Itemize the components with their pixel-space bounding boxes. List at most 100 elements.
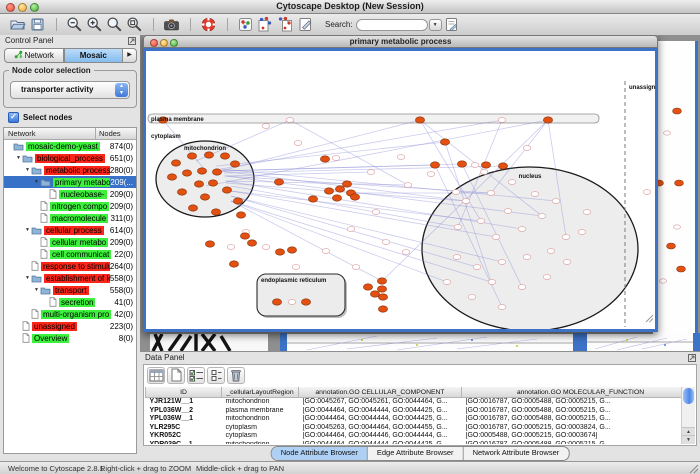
tree-item-label: response to stimulu [41, 262, 110, 271]
status-welcome: Welcome to Cytoscape 2.8.1 [8, 464, 104, 473]
scroll-down-button[interactable]: ▼ [682, 435, 695, 444]
table-cell: YKR052C [146, 432, 222, 441]
table-cell: [GO:0016787, GO:0005488, GO:0005215, G..… [462, 398, 682, 407]
expand-arrow-icon[interactable]: ▼ [24, 275, 31, 281]
save-icon [29, 16, 47, 33]
search-input[interactable] [356, 19, 428, 31]
delete-attributes-button[interactable] [227, 367, 245, 384]
tree-item-node-count: 311(0) [110, 214, 136, 223]
help-icon [200, 16, 218, 33]
save-button[interactable] [29, 16, 47, 34]
column-header[interactable]: annotation.GO MOLECULAR_FUNCTION [462, 387, 682, 398]
zoom-in-button[interactable] [86, 16, 104, 34]
column-header[interactable]: annotation.GO CELLULAR_COMPONENT [299, 387, 462, 398]
zoom-out-button[interactable] [66, 16, 84, 34]
table-scrollbar[interactable]: ▲ ▼ [681, 387, 695, 444]
table-row[interactable]: YDR039C__1mitochondrion[GO:0044464, GO:0… [146, 441, 682, 445]
tree-item-mosaic-demo-yeast[interactable]: mosaic-demo-yeast874(0) [4, 140, 136, 152]
scrollbar-thumb[interactable] [683, 388, 694, 404]
tree-item-biological-process[interactable]: ▼biological_process651(0) [4, 152, 136, 164]
status-pan-hint: Middle-click + drag to PAN [196, 464, 284, 473]
tab-edge-attribute-browser[interactable]: Edge Attribute Browser [368, 447, 464, 460]
tree-item-cell-communicat[interactable]: cell communicat22(0) [4, 248, 136, 260]
table-row[interactable]: YPL036W__2plasma membrane[GO:0044464, GO… [146, 407, 682, 416]
table-row[interactable]: YKR052Ccytoplasm[GO:0044464, GO:0044446,… [146, 432, 682, 441]
resize-grip[interactable] [645, 310, 654, 328]
table-row[interactable]: YJR121W__1mitochondrion[GO:0045267, GO:0… [146, 398, 682, 407]
tree-item-secretion[interactable]: secretion41(0) [4, 296, 136, 308]
tree-item-label: multi-organism pro [41, 310, 111, 319]
tab-network[interactable]: Network [4, 48, 64, 63]
network-graph[interactable]: plasma membranecytoplasmmitochondrionnuc… [146, 51, 655, 329]
background-overview-window[interactable] [150, 334, 268, 351]
expand-arrow-icon[interactable]: ▼ [15, 155, 22, 161]
zoom-in-icon [86, 16, 104, 33]
network-file-icon [49, 189, 57, 199]
background-network-window-1[interactable] [287, 334, 573, 351]
search-index-button[interactable] [443, 16, 461, 34]
tree-item-response-to-stimulu[interactable]: response to stimulu264(0) [4, 260, 136, 272]
vizmapper-button[interactable] [237, 16, 255, 34]
network-file-icon [40, 213, 48, 223]
zoom-selected-button[interactable] [126, 16, 144, 34]
folder-icon [31, 274, 42, 283]
merge-networks-button[interactable] [257, 16, 275, 34]
snapshot-button[interactable] [163, 16, 181, 34]
attribute-table[interactable]: ID_cellularLayoutRegionannotation.GO CEL… [145, 387, 681, 444]
attribute-table-button[interactable] [147, 367, 165, 384]
expand-arrow-icon[interactable]: ▼ [33, 287, 40, 293]
tree-item-transport[interactable]: ▼transport558(0) [4, 284, 136, 296]
tree-item-nitrogen-compo[interactable]: nitrogen compo209(0) [4, 200, 136, 212]
expand-arrow-icon[interactable]: ▼ [33, 179, 40, 185]
tree-item-establishment-of-lo[interactable]: ▼establishment of lo558(0) [4, 272, 136, 284]
expand-arrow-icon[interactable]: ▼ [24, 227, 31, 233]
select-attributes-button[interactable] [187, 367, 205, 384]
tree-item-cellular-process[interactable]: ▼cellular process614(0) [4, 224, 136, 236]
tree-item-macromolecule[interactable]: macromolecule311(0) [4, 212, 136, 224]
dropdown-stepper-icon: ▲▼ [115, 83, 128, 97]
table-row[interactable]: YLR295Ccytoplasm[GO:0045263, GO:0044464,… [146, 424, 682, 433]
network-canvas[interactable]: plasma membranecytoplasmmitochondrionnuc… [143, 48, 658, 332]
tree-item-label: biological_process [35, 154, 105, 163]
network-file-icon [49, 297, 57, 307]
select-nodes-checkbox[interactable]: ✓ [8, 112, 19, 123]
tab-node-attribute-browser[interactable]: Node Attribute Browser [272, 447, 368, 460]
help-button[interactable] [200, 16, 218, 34]
tree-item-metabolic-process[interactable]: ▼metabolic process280(0) [4, 164, 136, 176]
network-window-titlebar[interactable]: primary metabolic process [143, 35, 658, 48]
node-color-dropdown[interactable]: transporter activity ▲▼ [10, 81, 130, 99]
more-tabs-arrow-button[interactable]: ▶ [123, 48, 137, 63]
create-attribute-button[interactable] [167, 367, 185, 384]
tree-item-multi-organism-pro[interactable]: multi-organism pro42(0) [4, 308, 136, 320]
table-row[interactable]: YPL036W__1mitochondrion[GO:0044464, GO:0… [146, 415, 682, 424]
column-header[interactable]: _cellularLayoutRegion [222, 387, 299, 398]
table-cell: [GO:0016787, GO:0005488, GO:0005215, G..… [462, 407, 682, 416]
tree-item-nucleobase-[interactable]: nucleobase-209(0) [4, 188, 136, 200]
network-tree-header[interactable]: Network Nodes [4, 128, 136, 140]
float-panel-icon[interactable] [128, 37, 136, 47]
table-cell: YJR121W__1 [146, 398, 222, 407]
network-view-window[interactable]: primary metabolic process plasma membran… [143, 35, 658, 332]
tree-item-primary-metabo[interactable]: ▼primary metabo209(... [4, 176, 136, 188]
link-networks-button[interactable] [277, 16, 295, 34]
column-header[interactable]: ID [146, 387, 222, 398]
background-network-window-right[interactable] [653, 41, 698, 334]
tree-column-nodes: Nodes [95, 128, 136, 139]
search-dropdown-button[interactable]: ▼ [429, 19, 442, 31]
resize-grip[interactable] [689, 464, 699, 473]
float-panel-icon[interactable] [688, 354, 696, 364]
open-button[interactable] [9, 16, 27, 34]
tab-network-label: Network [25, 51, 54, 60]
toolbar-group [8, 16, 48, 34]
annotation-button[interactable] [297, 16, 315, 34]
tree-item-cellular-metabo[interactable]: cellular metabo209(0) [4, 236, 136, 248]
merge-networks-icon [257, 16, 275, 33]
unselect-attributes-button[interactable] [207, 367, 225, 384]
zoom-fit-button[interactable] [106, 16, 124, 34]
tree-item-unassigned[interactable]: unassigned223(0) [4, 320, 136, 332]
tab-network-attribute-browser[interactable]: Network Attribute Browser [464, 447, 569, 460]
expand-arrow-icon[interactable]: ▼ [24, 167, 31, 173]
background-network-window-2[interactable] [587, 334, 693, 351]
tree-item-overview[interactable]: Overview8(0) [4, 332, 136, 344]
tab-mosaic[interactable]: Mosaic [64, 48, 124, 63]
